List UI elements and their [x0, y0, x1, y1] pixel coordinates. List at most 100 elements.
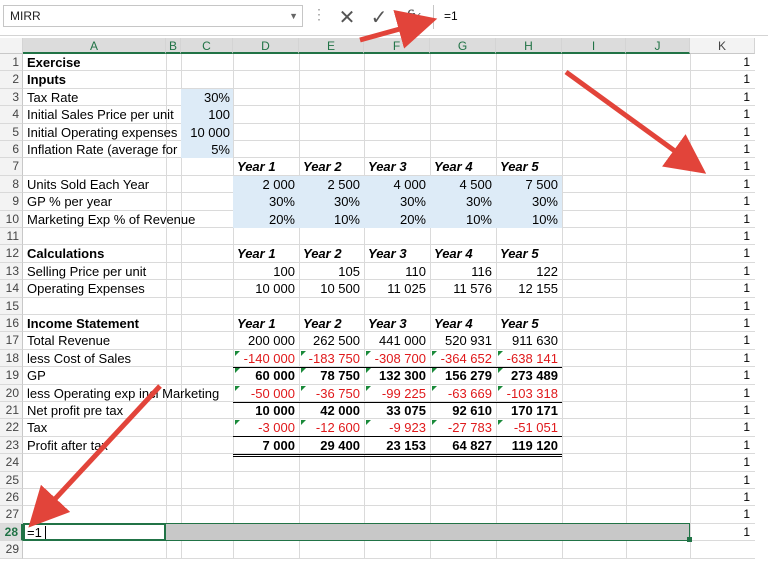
value-r14-4[interactable]: 11 576: [430, 280, 496, 297]
value-r14-2[interactable]: 10 500: [299, 280, 364, 297]
column-header-k[interactable]: K: [690, 38, 755, 54]
row-header-8[interactable]: 8: [0, 175, 23, 194]
value-r8-4[interactable]: 4 500: [430, 176, 496, 193]
row-header-2[interactable]: 2: [0, 71, 23, 89]
row-header-6[interactable]: 6: [0, 141, 23, 159]
value-r19-5[interactable]: 273 489: [496, 367, 562, 384]
value-r21-2[interactable]: 42 000: [299, 402, 364, 419]
formula-input[interactable]: =1: [433, 5, 768, 29]
column-header-e[interactable]: E: [299, 38, 364, 54]
row-header-28[interactable]: 28: [0, 523, 23, 542]
column-header-j[interactable]: J: [626, 38, 690, 54]
column-header-b[interactable]: B: [166, 38, 181, 54]
row-header-18[interactable]: 18: [0, 349, 23, 368]
select-all-corner[interactable]: [0, 38, 23, 54]
value-r17-5[interactable]: 911 630: [496, 332, 562, 349]
value-r22-4[interactable]: -27 783: [430, 419, 496, 438]
value-r10-2[interactable]: 10%: [299, 211, 364, 228]
value-r18-2[interactable]: -183 750: [299, 350, 364, 368]
value-r9-4[interactable]: 30%: [430, 193, 496, 210]
row-header-25[interactable]: 25: [0, 471, 23, 489]
value-r14-3[interactable]: 11 025: [364, 280, 430, 297]
enter-icon[interactable]: ✓: [366, 4, 392, 30]
value-r10-4[interactable]: 10%: [430, 211, 496, 228]
row-header-23[interactable]: 23: [0, 436, 23, 455]
value-r17-3[interactable]: 441 000: [364, 332, 430, 349]
row-header-21[interactable]: 21: [0, 402, 23, 420]
row-header-20[interactable]: 20: [0, 384, 23, 402]
row-header-7[interactable]: 7: [0, 158, 23, 176]
row-header-22[interactable]: 22: [0, 419, 23, 437]
row-header-19[interactable]: 19: [0, 367, 23, 385]
value-r20-3[interactable]: -99 225: [364, 385, 430, 403]
value-r10-3[interactable]: 20%: [364, 211, 430, 228]
column-header-i[interactable]: I: [562, 38, 626, 54]
row-header-15[interactable]: 15: [0, 297, 23, 315]
value-r10-1[interactable]: 20%: [233, 211, 299, 228]
input-c5[interactable]: 10 000: [181, 124, 230, 141]
value-r13-1[interactable]: 100: [233, 263, 299, 280]
column-header-c[interactable]: C: [181, 38, 233, 54]
value-r22-3[interactable]: -9 923: [364, 419, 430, 438]
value-r22-5[interactable]: -51 051: [496, 419, 562, 438]
row-header-11[interactable]: 11: [0, 228, 23, 246]
row-header-9[interactable]: 9: [0, 193, 23, 211]
chevron-down-icon[interactable]: ▼: [289, 11, 298, 21]
column-header-d[interactable]: D: [233, 38, 299, 54]
value-r18-5[interactable]: -638 141: [496, 350, 562, 368]
value-r13-5[interactable]: 122: [496, 263, 562, 280]
row-header-26[interactable]: 26: [0, 489, 23, 507]
value-r18-1[interactable]: -140 000: [233, 350, 299, 368]
input-c4[interactable]: 100: [181, 106, 230, 123]
value-r23-3[interactable]: 23 153: [364, 437, 430, 457]
value-r9-5[interactable]: 30%: [496, 193, 562, 210]
fill-handle[interactable]: [687, 537, 692, 543]
value-r19-3[interactable]: 132 300: [364, 367, 430, 384]
value-r20-2[interactable]: -36 750: [299, 385, 364, 403]
value-r13-2[interactable]: 105: [299, 263, 364, 280]
value-r21-5[interactable]: 170 171: [496, 402, 562, 419]
column-header-h[interactable]: H: [496, 38, 562, 54]
value-r22-1[interactable]: -3 000: [233, 419, 299, 438]
value-r20-5[interactable]: -103 318: [496, 385, 562, 403]
row-header-12[interactable]: 12: [0, 245, 23, 263]
value-r19-2[interactable]: 78 750: [299, 367, 364, 384]
value-r8-2[interactable]: 2 500: [299, 176, 364, 193]
value-r8-5[interactable]: 7 500: [496, 176, 562, 193]
column-header-a[interactable]: A: [23, 38, 166, 54]
value-r8-1[interactable]: 2 000: [233, 176, 299, 193]
value-r21-3[interactable]: 33 075: [364, 402, 430, 419]
value-r23-1[interactable]: 7 000: [233, 437, 299, 457]
value-r21-1[interactable]: 10 000: [233, 402, 299, 419]
value-r9-1[interactable]: 30%: [233, 193, 299, 210]
value-r23-2[interactable]: 29 400: [299, 437, 364, 457]
row-header-10[interactable]: 10: [0, 210, 23, 228]
row-header-27[interactable]: 27: [0, 506, 23, 524]
value-r20-4[interactable]: -63 669: [430, 385, 496, 403]
value-r22-2[interactable]: -12 600: [299, 419, 364, 438]
value-r18-4[interactable]: -364 652: [430, 350, 496, 368]
value-r13-4[interactable]: 116: [430, 263, 496, 280]
value-r8-3[interactable]: 4 000: [364, 176, 430, 193]
cancel-icon[interactable]: ✕: [334, 4, 360, 30]
row-header-4[interactable]: 4: [0, 106, 23, 124]
row-header-5[interactable]: 5: [0, 123, 23, 141]
input-c6[interactable]: 5%: [181, 141, 230, 158]
input-c3[interactable]: 30%: [181, 89, 230, 106]
value-r17-2[interactable]: 262 500: [299, 332, 364, 349]
column-header-g[interactable]: G: [430, 38, 496, 54]
row-header-1[interactable]: 1: [0, 54, 23, 72]
value-r19-4[interactable]: 156 279: [430, 367, 496, 384]
value-r20-1[interactable]: -50 000: [233, 385, 299, 403]
insert-function-icon[interactable]: fx: [400, 4, 426, 30]
row-header-16[interactable]: 16: [0, 315, 23, 333]
value-r10-5[interactable]: 10%: [496, 211, 562, 228]
row-header-17[interactable]: 17: [0, 332, 23, 350]
value-r17-4[interactable]: 520 931: [430, 332, 496, 349]
value-r13-3[interactable]: 110: [364, 263, 430, 280]
row-header-14[interactable]: 14: [0, 280, 23, 298]
row-header-29[interactable]: 29: [0, 541, 23, 559]
value-r14-5[interactable]: 12 155: [496, 280, 562, 297]
value-r21-4[interactable]: 92 610: [430, 402, 496, 419]
column-header-f[interactable]: F: [364, 38, 430, 54]
